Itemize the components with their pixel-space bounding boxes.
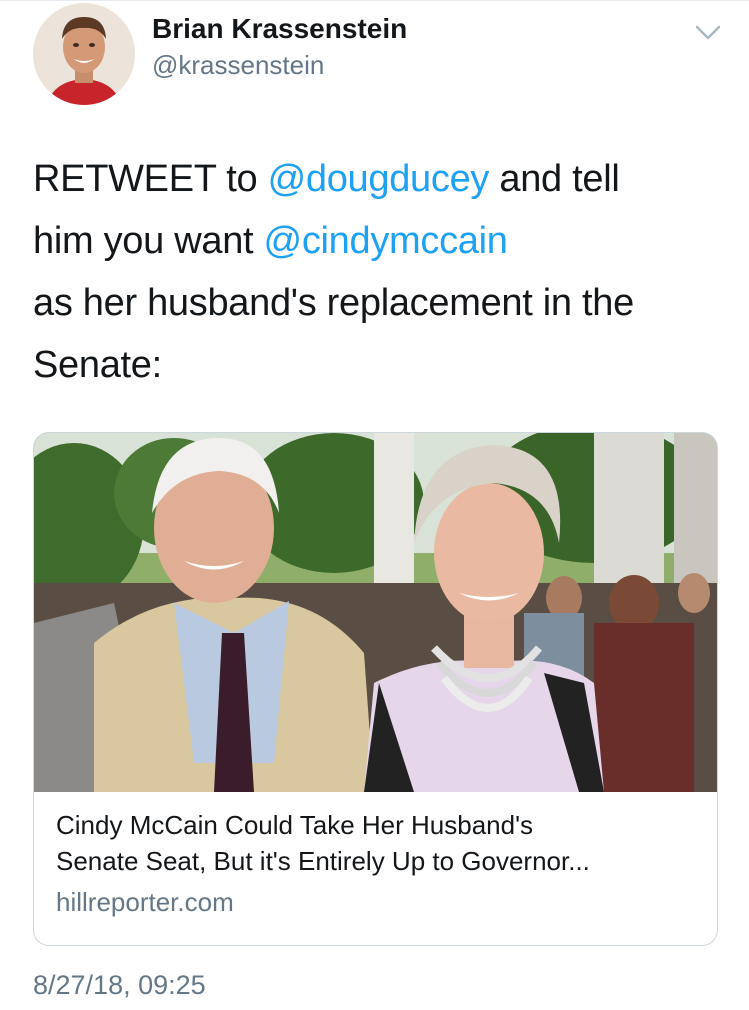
tweet-text-line: as her husband's replacement in the xyxy=(33,282,634,324)
avatar[interactable] xyxy=(33,3,135,105)
tweet-text-line: him you want @cindymccain xyxy=(33,210,723,272)
tweet-text: RETWEET to @dougducey and tell him you w… xyxy=(33,148,723,396)
card-title[interactable]: Cindy McCain Could Take Her Husband's Se… xyxy=(56,807,706,879)
tweet-text-line: Senate: xyxy=(33,344,162,386)
tweet-text-line: RETWEET to @dougducey and tell xyxy=(33,148,723,210)
link-card[interactable]: Cindy McCain Could Take Her Husband's Se… xyxy=(33,432,718,946)
tweet-text-segment: him you want xyxy=(33,220,264,262)
card-title-line: Cindy McCain Could Take Her Husband's xyxy=(56,810,534,840)
author-handle[interactable]: @krassenstein xyxy=(152,50,324,81)
card-domain[interactable]: hillreporter.com xyxy=(56,887,234,918)
tweet-text-segment: and tell xyxy=(489,158,620,200)
mention-link[interactable]: @dougducey xyxy=(268,158,490,200)
author-display-name[interactable]: Brian Krassenstein xyxy=(152,13,407,45)
tweet-text-segment: RETWEET to xyxy=(33,158,268,200)
top-divider xyxy=(0,0,749,1)
tweet-timestamp[interactable]: 8/27/18, 09:25 xyxy=(33,970,206,1001)
chevron-down-icon[interactable] xyxy=(694,22,722,42)
mention-link[interactable]: @cindymccain xyxy=(264,220,508,262)
card-image[interactable] xyxy=(34,433,717,792)
card-title-line: Senate Seat, But it's Entirely Up to Gov… xyxy=(56,846,590,876)
